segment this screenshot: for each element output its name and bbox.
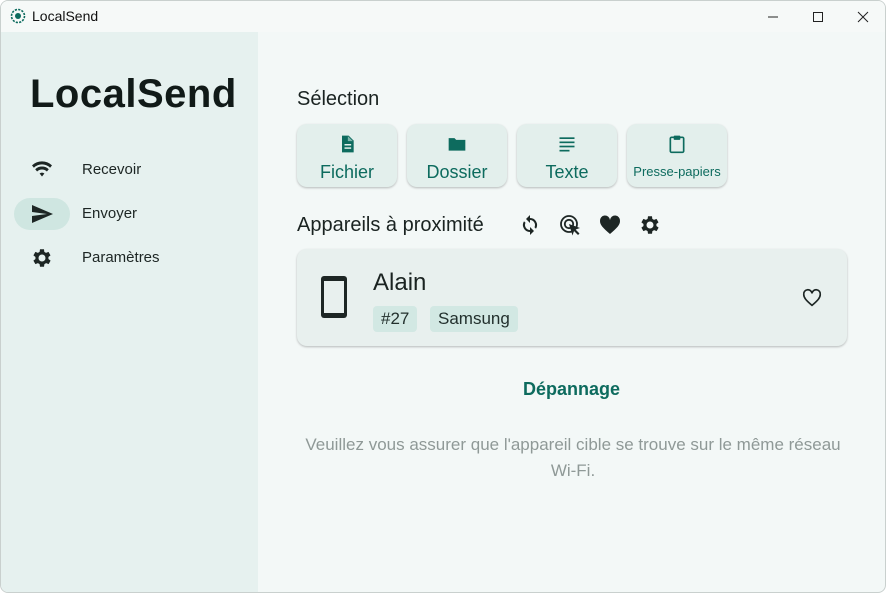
device-name: Alain	[373, 269, 427, 296]
close-button[interactable]	[840, 1, 885, 32]
wifi-hint-text: Veuillez vous assurer que l'appareil cib…	[305, 435, 841, 480]
text-button-label: Texte	[545, 162, 589, 182]
heart-filled-icon	[599, 215, 621, 234]
nav-item-send[interactable]: Envoyer	[14, 198, 244, 230]
gear-icon	[33, 249, 51, 267]
folder-button-label: Dossier	[426, 162, 488, 182]
folder-icon	[448, 138, 466, 151]
close-icon	[857, 11, 869, 22]
title-bar[interactable]: LocalSend	[1, 1, 885, 32]
favorites-button[interactable]	[598, 213, 622, 237]
nav-label-settings: Paramètres	[82, 249, 160, 266]
window-title: LocalSend	[32, 8, 99, 24]
maximize-button[interactable]	[795, 1, 841, 32]
scan-button[interactable]	[558, 213, 582, 237]
maximize-icon	[813, 11, 823, 22]
main-content: Sélection Fichier Dossier Texte Presse-p…	[258, 32, 885, 592]
nav-pill	[14, 242, 70, 274]
selection-title: Sélection	[297, 88, 380, 110]
troubleshoot-link[interactable]: Dépannage	[258, 379, 885, 400]
app-window: LocalSend LocalSend Recevoir Envoyer Par…	[0, 0, 886, 593]
nearby-settings-button[interactable]	[638, 213, 662, 237]
file-button-label: Fichier	[319, 162, 374, 182]
clipboard-button[interactable]: Presse-papiers	[627, 124, 727, 187]
nav-label-send: Envoyer	[82, 205, 138, 222]
folder-button[interactable]: Dossier	[407, 124, 507, 187]
heart-outline-icon[interactable]	[801, 287, 823, 309]
localsend-logo-icon	[10, 8, 26, 24]
device-tag-brand: Samsung	[430, 306, 518, 332]
sidebar: LocalSend Recevoir Envoyer Paramètres	[1, 32, 258, 592]
clipboard-button-label: Presse-papiers	[633, 164, 721, 179]
refresh-button[interactable]	[518, 213, 542, 237]
nav-item-receive[interactable]: Recevoir	[14, 154, 244, 186]
nav-pill	[14, 154, 70, 186]
nav-label-receive: Recevoir	[82, 161, 142, 178]
nav-pill-active	[14, 198, 70, 230]
minimize-icon	[768, 16, 778, 17]
nearby-devices-title: Appareils à proximité	[297, 214, 484, 236]
text-button[interactable]: Texte	[517, 124, 617, 187]
minimize-button[interactable]	[750, 1, 796, 32]
nav-item-settings[interactable]: Paramètres	[14, 242, 244, 274]
wifi-icon	[32, 161, 52, 177]
smartphone-icon	[321, 276, 347, 318]
refresh-icon	[522, 215, 538, 235]
device-card[interactable]: Alain #27 Samsung	[297, 249, 847, 346]
file-icon	[342, 135, 354, 153]
send-icon	[32, 205, 53, 223]
scan-icon	[560, 215, 580, 236]
clipboard-icon	[669, 135, 685, 154]
text-icon	[559, 137, 575, 152]
file-button[interactable]: Fichier	[297, 124, 397, 187]
device-tag-id: #27	[373, 306, 418, 332]
brand-title: LocalSend	[30, 72, 237, 116]
gear-icon	[641, 216, 659, 234]
